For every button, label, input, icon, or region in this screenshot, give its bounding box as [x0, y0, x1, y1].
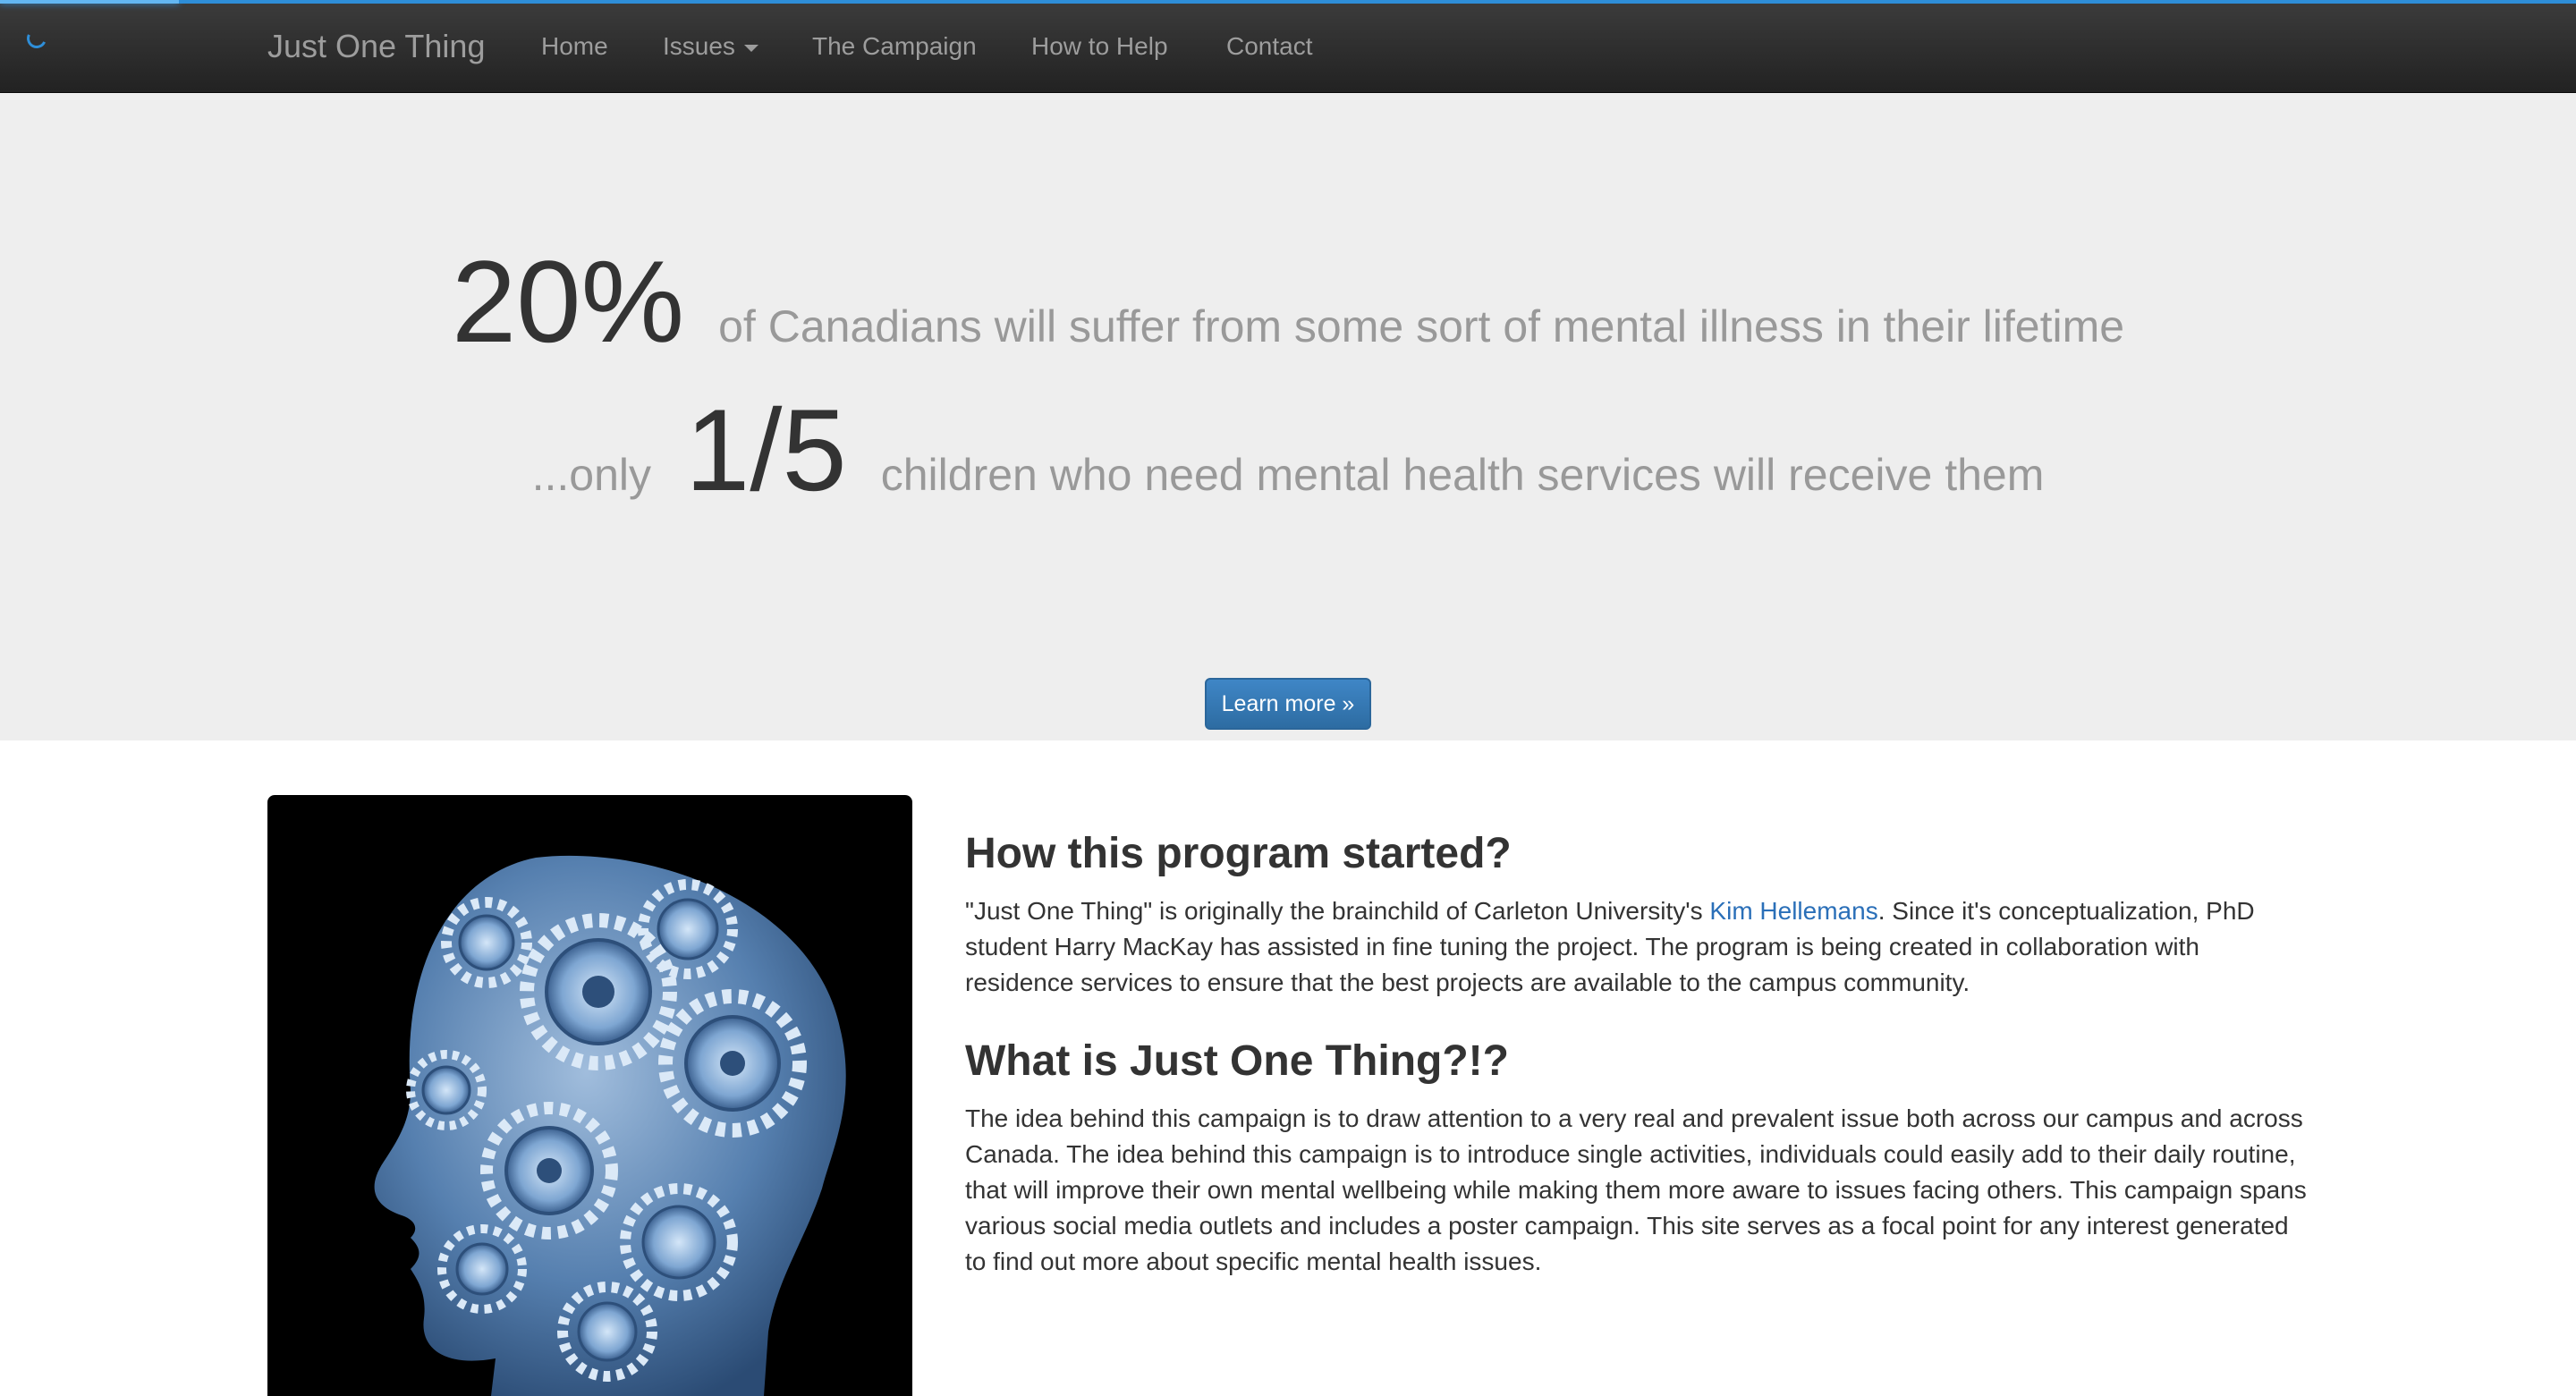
stat1-value: 20%	[451, 236, 685, 367]
nav-contact[interactable]: Contact	[1226, 27, 1313, 66]
section-what-is: What is Just One Thing?!? The idea behin…	[965, 1035, 2307, 1280]
nav-issues-dropdown[interactable]: Issues	[663, 27, 758, 66]
section-program-started: How this program started? "Just One Thin…	[965, 827, 2307, 1001]
stat-line-2: ...only 1/5 children who need mental healt…	[0, 392, 2576, 508]
nav-how-to-help[interactable]: How to Help	[1031, 27, 1168, 66]
kim-hellemans-link[interactable]: Kim Hellemans	[1709, 897, 1877, 925]
heading-program-started: How this program started?	[965, 830, 1512, 877]
stat2-text: children who need mental health services…	[880, 450, 2045, 500]
gear-head-image	[267, 795, 912, 1396]
stat2-prefix: ...only	[531, 450, 652, 500]
paragraph-program-started: "Just One Thing" is originally the brain…	[965, 893, 2307, 1001]
hero-jumbotron: 20% of Canadians will suffer from some so…	[0, 93, 2576, 740]
nav-issues-label: Issues	[663, 32, 735, 60]
heading-what-is: What is Just One Thing?!?	[965, 1037, 1509, 1085]
top-navbar: Just One Thing Home Issues The Campaign …	[0, 0, 2576, 93]
paragraph-program-started-part1: "Just One Thing" is originally the brain…	[965, 897, 1710, 925]
stat1-text: of Canadians will suffer from some sort …	[718, 301, 2125, 351]
paragraph-what-is: The idea behind this campaign is to draw…	[965, 1104, 2307, 1275]
gear-head-illustration	[374, 855, 846, 1396]
stat2-value: 1/5	[685, 385, 847, 515]
brand-link[interactable]: Just One Thing	[267, 27, 485, 66]
loading-bar-peg	[0, 0, 179, 4]
caret-down-icon	[743, 44, 758, 52]
nav-the-campaign[interactable]: The Campaign	[812, 27, 977, 66]
nav-home[interactable]: Home	[541, 27, 608, 66]
page-loading-bar	[0, 0, 2576, 4]
stat-line-1: 20% of Canadians will suffer from some so…	[0, 243, 2576, 360]
learn-more-button[interactable]: Learn more »	[1205, 678, 1371, 730]
